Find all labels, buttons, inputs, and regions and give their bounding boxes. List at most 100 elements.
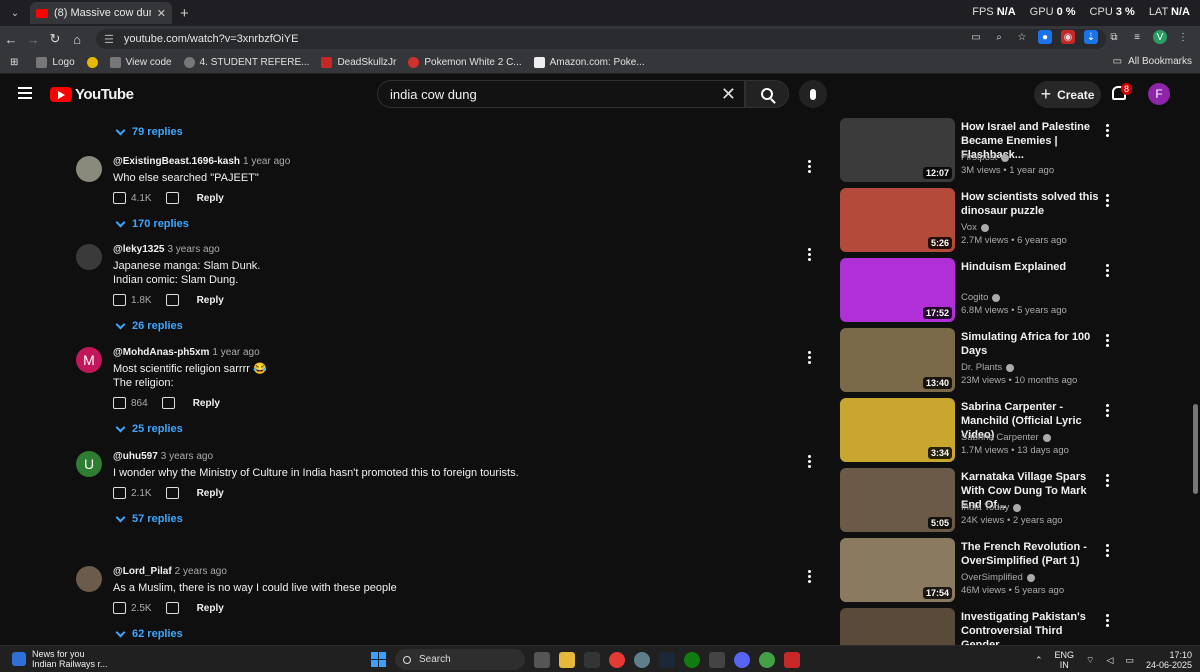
comment-avatar[interactable] <box>76 244 102 270</box>
video-more-icon[interactable] <box>1106 474 1109 487</box>
video-channel[interactable]: India Today <box>961 502 1022 513</box>
reply-button[interactable]: Reply <box>197 295 224 306</box>
bookmark-logo[interactable]: Logo <box>36 57 75 68</box>
tray-chevron-icon[interactable]: ⌃ <box>1035 655 1043 666</box>
comment-author[interactable]: @MohdAnas-ph5xm <box>113 347 209 358</box>
extension-blue-icon[interactable]: ● <box>1038 30 1052 44</box>
like-icon[interactable] <box>113 602 126 614</box>
browser-menu-icon[interactable]: ⋮ <box>1176 30 1190 44</box>
comment-time[interactable]: 1 year ago <box>243 156 290 167</box>
comment-time[interactable]: 1 year ago <box>212 347 259 358</box>
comment-author[interactable]: @Lord_Pilaf <box>113 566 172 577</box>
news-widget[interactable]: News for you Indian Railways r... <box>12 649 108 669</box>
like-icon[interactable] <box>113 192 126 204</box>
dislike-icon[interactable] <box>165 294 179 306</box>
reading-list-icon[interactable]: ≡ <box>1130 30 1144 44</box>
like-icon[interactable] <box>113 294 126 306</box>
related-video[interactable]: 5:05 Karnataka Village Spars With Cow Dun… <box>840 468 1185 534</box>
replies-toggle[interactable]: 79 replies <box>115 125 183 138</box>
reply-button[interactable]: Reply <box>197 193 224 204</box>
related-video[interactable]: Investigating Pakistan's Controversial T… <box>840 608 1185 645</box>
wifi-icon[interactable]: ⌔ <box>1086 655 1094 666</box>
comment-more-icon[interactable] <box>808 160 812 173</box>
video-more-icon[interactable] <box>1106 614 1109 627</box>
bookmark-amazon[interactable]: Amazon.com: Poke... <box>533 57 645 68</box>
taskbar-search[interactable]: Search <box>395 649 525 670</box>
search-button[interactable] <box>745 80 789 108</box>
video-thumbnail[interactable]: 17:54 <box>840 538 955 602</box>
bookmark-student-reference[interactable]: 4. STUDENT REFERE... <box>183 57 309 68</box>
install-icon[interactable]: ▭ <box>969 30 983 44</box>
create-button[interactable]: + Create <box>1034 81 1101 108</box>
video-thumbnail[interactable]: 17:52 <box>840 258 955 322</box>
related-video[interactable]: 13:40 Simulating Africa for 100 Days Dr. P… <box>840 328 1185 394</box>
comment-more-icon[interactable] <box>808 248 812 261</box>
comment-time[interactable]: 3 years ago <box>167 244 219 255</box>
file-explorer-icon[interactable] <box>559 651 575 668</box>
dislike-icon[interactable] <box>165 487 179 499</box>
replies-toggle[interactable]: 170 replies <box>115 217 189 230</box>
video-channel[interactable]: Dr. Plants <box>961 362 1015 373</box>
tab-search-icon[interactable]: ⌄ <box>4 3 26 23</box>
related-video[interactable]: 3:34 Sabrina Carpenter - Manchild (Offici… <box>840 398 1185 464</box>
voice-search-button[interactable] <box>799 80 827 108</box>
youtube-logo[interactable]: YouTube <box>50 86 134 103</box>
video-thumbnail[interactable]: 3:34 <box>840 398 955 462</box>
extension-download-icon[interactable]: ⇣ <box>1084 30 1098 44</box>
settings-gear-icon[interactable] <box>634 651 650 668</box>
video-more-icon[interactable] <box>1106 264 1109 277</box>
video-more-icon[interactable] <box>1106 544 1109 557</box>
tab-close-icon[interactable]: ✕ <box>157 7 166 20</box>
video-thumbnail[interactable]: 5:26 <box>840 188 955 252</box>
scrollbar-thumb[interactable] <box>1193 404 1198 494</box>
app-icon[interactable] <box>784 651 800 668</box>
video-title[interactable]: Investigating Pakistan's Controversial T… <box>961 610 1101 645</box>
comment-avatar[interactable]: M <box>76 347 102 373</box>
video-channel[interactable]: OverSimplified <box>961 572 1035 583</box>
battery-icon[interactable]: ▭ <box>1125 655 1134 666</box>
comment-time[interactable]: 2 years ago <box>175 566 227 577</box>
camera-icon[interactable] <box>709 651 725 668</box>
video-thumbnail[interactable]: 12:07 <box>840 118 955 182</box>
video-more-icon[interactable] <box>1106 404 1109 417</box>
windows-start-icon[interactable] <box>371 652 386 667</box>
video-title[interactable]: Hinduism Explained <box>961 260 1101 274</box>
like-icon[interactable] <box>113 397 126 409</box>
reply-button[interactable]: Reply <box>197 488 224 499</box>
browser-tab[interactable]: (8) Massive cow dung fight ma ✕ <box>30 2 172 24</box>
video-channel[interactable]: Sabrina Carpenter <box>961 432 1051 443</box>
chrome-icon[interactable] <box>609 651 625 668</box>
comment-author[interactable]: @ExistingBeast.1696-kash <box>113 156 240 167</box>
xbox-icon[interactable] <box>684 651 700 668</box>
like-icon[interactable] <box>113 487 126 499</box>
video-channel[interactable]: Vox <box>961 222 989 233</box>
comment-avatar[interactable]: U <box>76 451 102 477</box>
dislike-icon[interactable] <box>161 397 175 409</box>
video-title[interactable]: Simulating Africa for 100 Days <box>961 330 1101 358</box>
task-view-icon[interactable] <box>534 651 550 668</box>
comment-avatar[interactable] <box>76 566 102 592</box>
dislike-icon[interactable] <box>165 192 179 204</box>
menu-icon[interactable] <box>18 87 32 99</box>
steam-icon[interactable] <box>659 651 675 668</box>
bookmark-star-icon[interactable]: ☆ <box>1015 30 1029 44</box>
comment-more-icon[interactable] <box>808 455 812 468</box>
replies-toggle[interactable]: 26 replies <box>115 319 183 332</box>
epic-games-icon[interactable] <box>584 651 600 668</box>
extensions-puzzle-icon[interactable]: ⧉ <box>1107 30 1121 44</box>
video-channel[interactable]: Firstpost <box>961 152 1010 163</box>
chrome-profile-icon[interactable] <box>759 651 775 668</box>
home-icon[interactable]: ⌂ <box>66 32 88 47</box>
clock[interactable]: 17:10 24-06-2025 <box>1146 650 1192 670</box>
related-video[interactable]: 17:54 The French Revolution - OverSimplif… <box>840 538 1185 604</box>
new-tab-icon[interactable]: + <box>180 5 189 22</box>
video-more-icon[interactable] <box>1106 124 1109 137</box>
comment-avatar[interactable] <box>76 156 102 182</box>
comment-more-icon[interactable] <box>808 570 812 583</box>
video-more-icon[interactable] <box>1106 194 1109 207</box>
dislike-icon[interactable] <box>165 602 179 614</box>
extension-record-icon[interactable]: ◉ <box>1061 30 1075 44</box>
bookmark-deadskullzjr[interactable]: DeadSkullzJr <box>321 57 396 68</box>
apps-grid-icon[interactable]: ⊞ <box>10 57 18 68</box>
video-thumbnail[interactable]: 5:05 <box>840 468 955 532</box>
